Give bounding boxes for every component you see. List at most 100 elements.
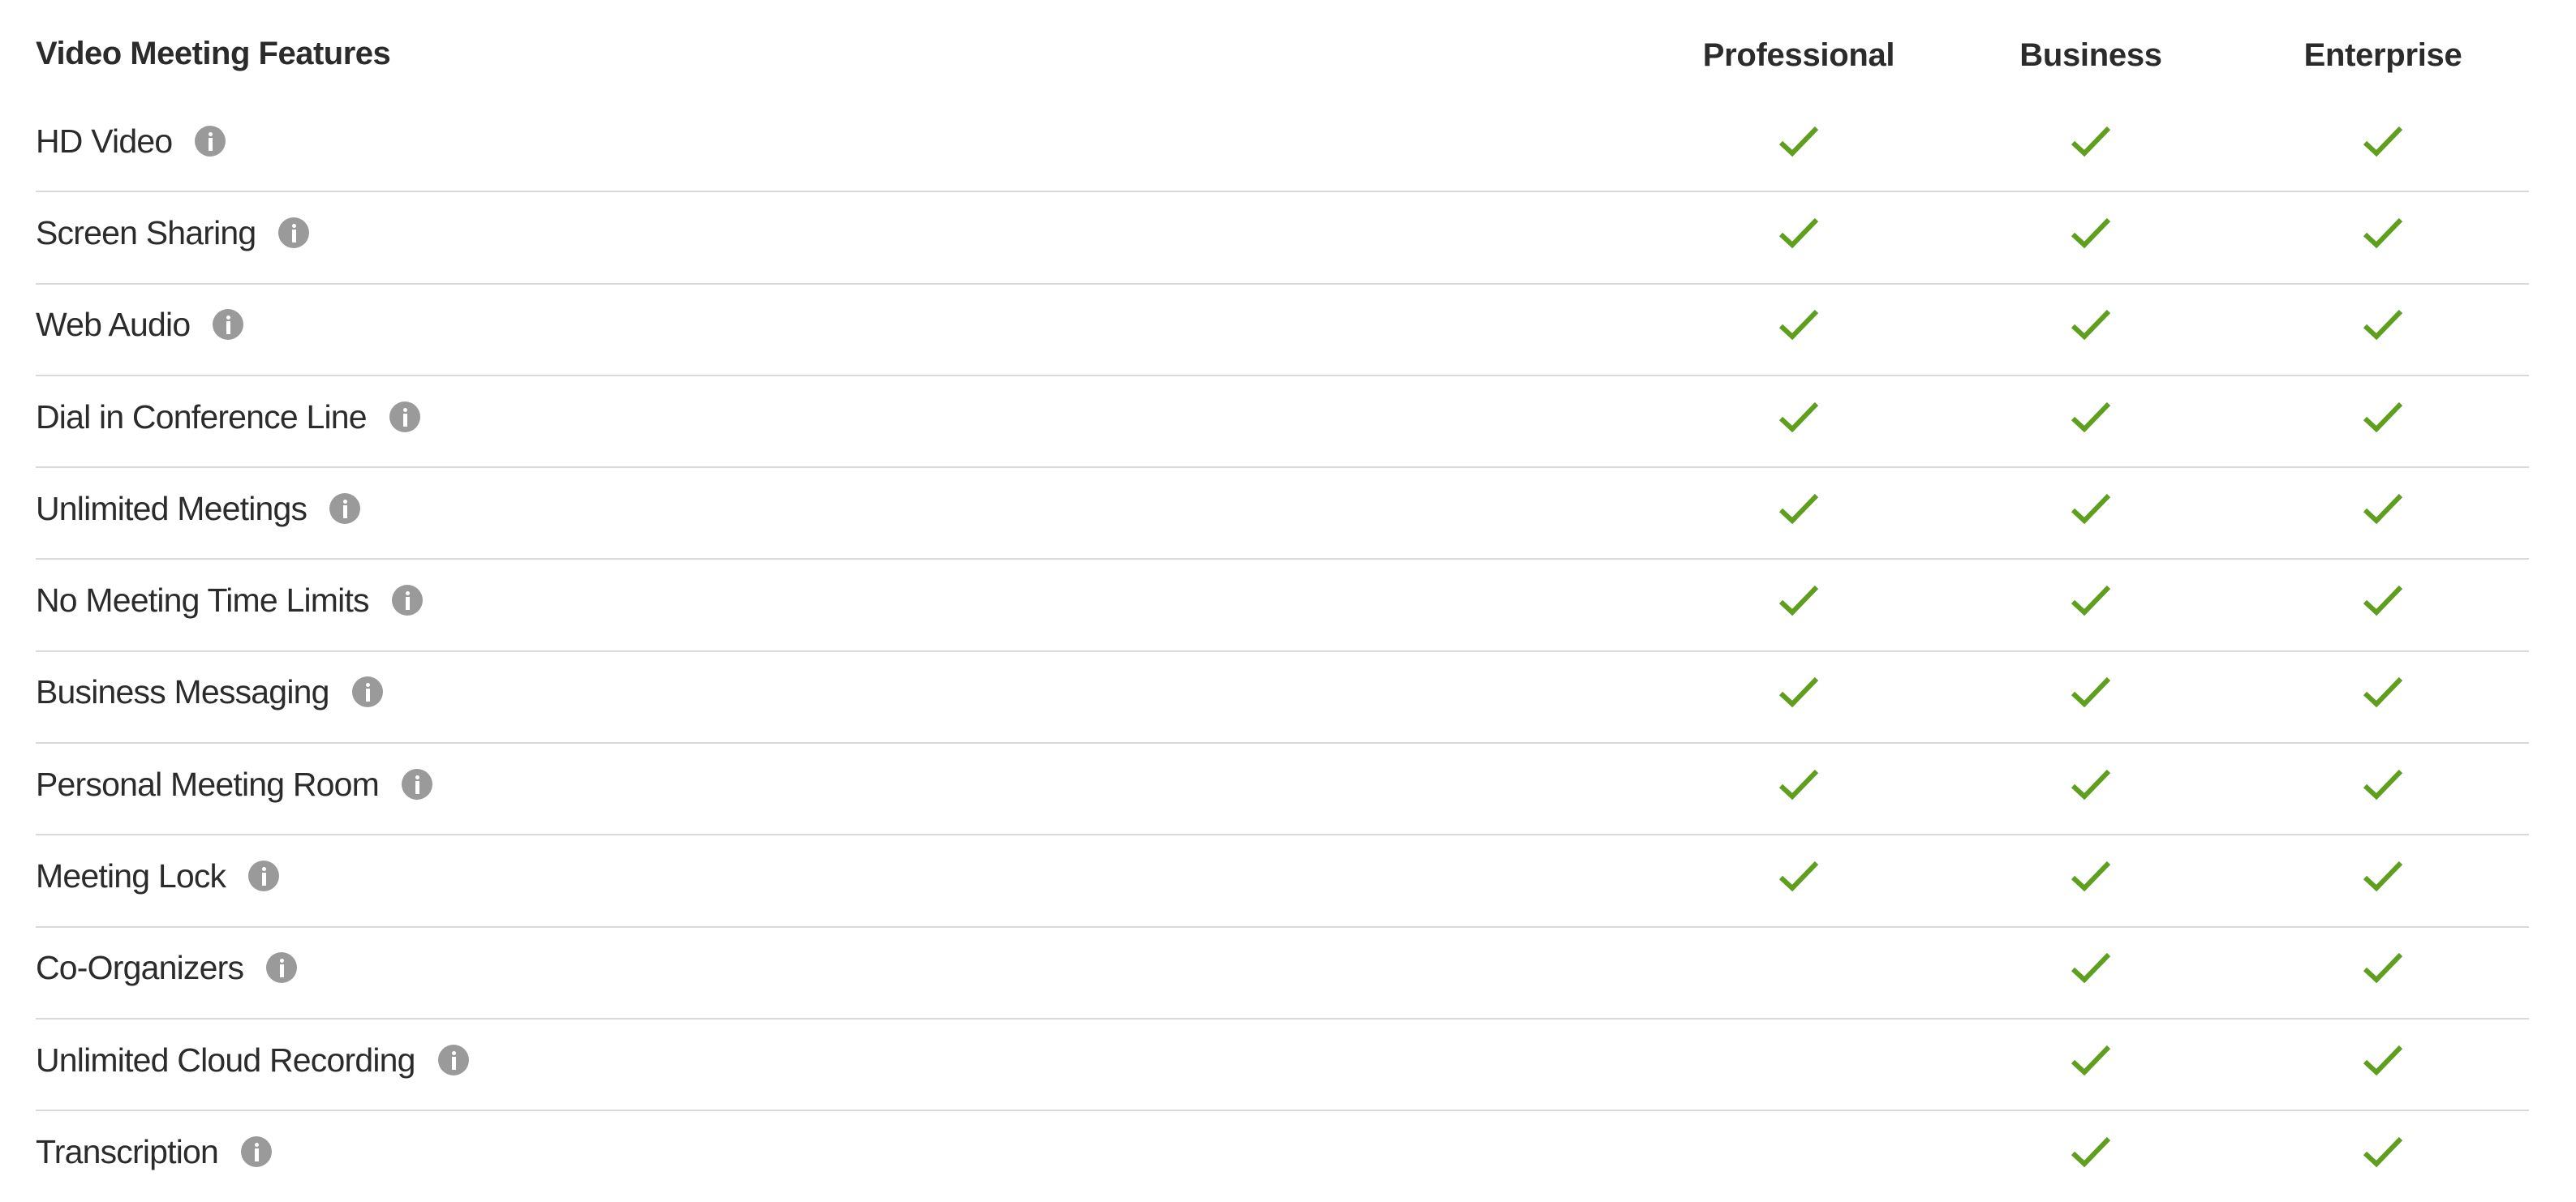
cell-professional (1758, 280, 1839, 370)
cell-professional (1758, 647, 1839, 737)
plan-header-professional: Professional (1702, 37, 1895, 73)
info-icon[interactable] (248, 861, 280, 892)
check-icon (1778, 493, 1819, 525)
feature-row: Web Audio (36, 285, 2529, 376)
cell-enterprise (2342, 1015, 2423, 1105)
cell-business (2050, 739, 2131, 829)
info-icon[interactable] (241, 1135, 273, 1167)
info-icon[interactable] (266, 952, 298, 984)
cell-enterprise (2342, 280, 2423, 370)
cell-professional (1758, 555, 1839, 645)
cell-professional (1758, 739, 1839, 829)
feature-label: Co-Organizers (36, 949, 244, 987)
check-icon (1778, 861, 1819, 892)
check-icon (2071, 953, 2111, 984)
feature-name-cell: Transcription (36, 1106, 273, 1196)
feature-name-cell: Screen Sharing (36, 187, 310, 277)
cell-business (2050, 187, 2131, 277)
check-icon (2071, 677, 2111, 708)
info-icon[interactable] (437, 1044, 469, 1075)
cell-professional (1758, 371, 1839, 461)
feature-row: Screen Sharing (36, 192, 2529, 285)
check-icon (2071, 126, 2111, 157)
check-icon (2363, 493, 2403, 525)
check-icon (1778, 310, 1819, 341)
check-icon (2071, 310, 2111, 341)
check-icon (1778, 126, 1819, 157)
feature-row: Unlimited Meetings (36, 468, 2529, 560)
cell-professional (1758, 96, 1839, 186)
info-icon[interactable] (329, 492, 361, 524)
check-icon (2071, 1045, 2111, 1075)
cell-professional (1758, 1106, 1839, 1196)
cell-business (2050, 280, 2131, 370)
check-icon (2363, 769, 2403, 800)
check-icon (1778, 401, 1819, 432)
feature-label: Business Messaging (36, 673, 329, 711)
cell-enterprise (2342, 96, 2423, 186)
info-icon[interactable] (213, 309, 244, 341)
check-icon (1778, 677, 1819, 708)
feature-name-cell: Web Audio (36, 280, 244, 370)
check-icon (2363, 861, 2403, 892)
feature-name-cell: Dial in Conference Line (36, 371, 420, 461)
plan-header-business: Business (2019, 37, 2162, 73)
feature-label: Unlimited Meetings (36, 489, 307, 527)
feature-comparison-table: Video Meeting Features Professional Busi… (36, 0, 2529, 1202)
cell-business (2050, 831, 2131, 921)
cell-professional (1758, 831, 1839, 921)
cell-business (2050, 555, 2131, 645)
info-icon[interactable] (351, 676, 383, 708)
feature-name-cell: Co-Organizers (36, 923, 298, 1013)
cell-enterprise (2342, 739, 2423, 829)
check-icon (2363, 1136, 2403, 1168)
info-icon[interactable] (195, 125, 226, 157)
feature-name-cell: Personal Meeting Room (36, 739, 433, 829)
check-icon (2071, 217, 2111, 249)
feature-row: Dial in Conference Line (36, 376, 2529, 469)
feature-name-cell: No Meeting Time Limits (36, 555, 423, 645)
check-icon (2071, 401, 2111, 432)
cell-enterprise (2342, 463, 2423, 553)
table-header: Video Meeting Features Professional Busi… (36, 0, 2529, 101)
feature-label: Screen Sharing (36, 213, 256, 251)
check-icon (2071, 493, 2111, 525)
cell-enterprise (2342, 831, 2423, 921)
feature-name-cell: Business Messaging (36, 647, 383, 737)
cell-business (2050, 1106, 2131, 1196)
feature-row: Transcription (36, 1111, 2529, 1201)
cell-professional (1758, 1015, 1839, 1105)
check-icon (2071, 769, 2111, 800)
cell-enterprise (2342, 371, 2423, 461)
feature-label: No Meeting Time Limits (36, 582, 370, 620)
feature-name-cell: Unlimited Meetings (36, 463, 361, 553)
info-icon[interactable] (389, 401, 420, 432)
feature-label: Unlimited Cloud Recording (36, 1041, 415, 1079)
feature-name-cell: Unlimited Cloud Recording (36, 1015, 469, 1105)
cell-professional (1758, 923, 1839, 1013)
check-icon (2071, 861, 2111, 892)
cell-professional (1758, 463, 1839, 553)
check-icon (2071, 586, 2111, 616)
feature-name-cell: Meeting Lock (36, 831, 280, 921)
feature-label: Web Audio (36, 306, 191, 344)
feature-label: Personal Meeting Room (36, 765, 380, 803)
feature-row: Business Messaging (36, 652, 2529, 745)
info-icon[interactable] (391, 585, 423, 616)
cell-business (2050, 923, 2131, 1013)
info-icon[interactable] (402, 768, 433, 800)
check-icon (2363, 1045, 2403, 1075)
cell-enterprise (2342, 1106, 2423, 1196)
info-icon[interactable] (278, 217, 310, 248)
cell-business (2050, 647, 2131, 737)
cell-business (2050, 1015, 2131, 1105)
cell-business (2050, 96, 2131, 186)
cell-enterprise (2342, 647, 2423, 737)
feature-label: Transcription (36, 1132, 219, 1170)
cell-enterprise (2342, 187, 2423, 277)
plan-header-enterprise: Enterprise (2303, 37, 2462, 73)
feature-label: Meeting Lock (36, 857, 226, 895)
feature-row: HD Video (36, 101, 2529, 193)
check-icon (2071, 1136, 2111, 1168)
feature-row: Co-Organizers (36, 928, 2529, 1020)
